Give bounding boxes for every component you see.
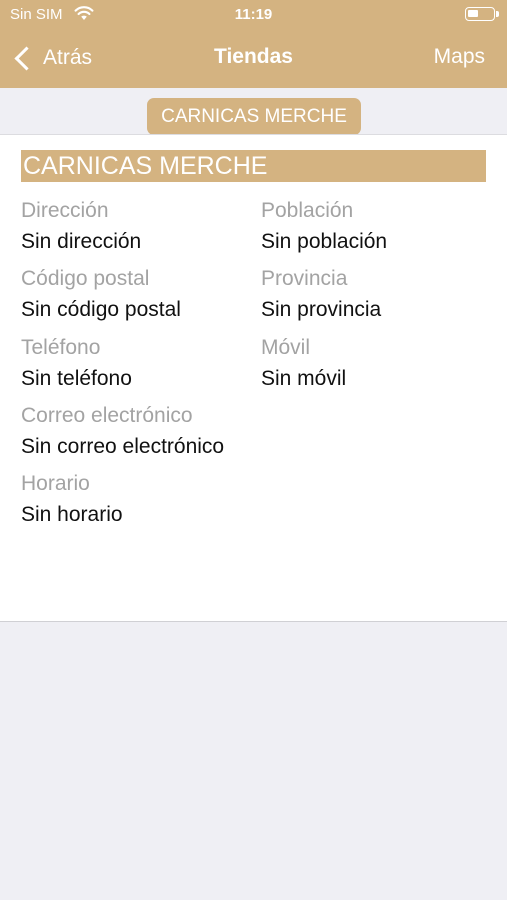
field-correo: Correo electrónico Sin correo electrónic… [21,403,261,460]
store-detail-card: CARNICAS MERCHE Dirección Sin dirección … [0,134,507,622]
field-value: Sin dirección [21,230,142,253]
field-label: Población [261,199,354,222]
battery-tip [496,11,499,17]
top-bar: Sin SIM 11:19 Atrás Tiendas Maps [0,0,507,88]
field-value: Sin móvil [261,367,347,390]
field-direccion: Dirección Sin dirección [21,198,261,255]
field-value: Sin provincia [261,298,382,321]
field-label: Código postal [21,267,150,290]
field-label: Provincia [261,267,348,290]
field-movil: Móvil Sin móvil [261,335,501,392]
field-label: Móvil [261,336,311,359]
field-value: Sin correo electrónico [21,435,225,458]
page-title: Tiendas [214,45,293,68]
battery-icon [465,7,499,21]
field-label: Teléfono [21,336,101,359]
field-codigo-postal: Código postal Sin código postal [21,266,261,323]
field-value: Sin teléfono [21,367,132,390]
field-telefono: Teléfono Sin teléfono [21,335,261,392]
status-time: 11:19 [234,6,273,23]
navigation-bar: Atrás Tiendas Maps [0,30,507,88]
battery-level [468,10,478,17]
store-name-header: CARNICAS MERCHE [21,150,486,182]
field-value: Sin población [261,230,388,253]
field-label: Correo electrónico [21,404,193,427]
status-bar: Sin SIM 11:19 [0,0,507,30]
field-value: Sin horario [21,503,123,526]
field-poblacion: Población Sin población [261,198,501,255]
field-provincia: Provincia Sin provincia [261,266,501,323]
segment-bar: CARNICAS MERCHE [0,88,507,135]
field-label: Dirección [21,199,109,222]
maps-button[interactable]: Maps [434,45,485,69]
field-horario: Horario Sin horario [21,471,261,528]
store-segment-button[interactable]: CARNICAS MERCHE [147,98,361,135]
field-value: Sin código postal [21,298,181,321]
field-label: Horario [21,472,90,495]
